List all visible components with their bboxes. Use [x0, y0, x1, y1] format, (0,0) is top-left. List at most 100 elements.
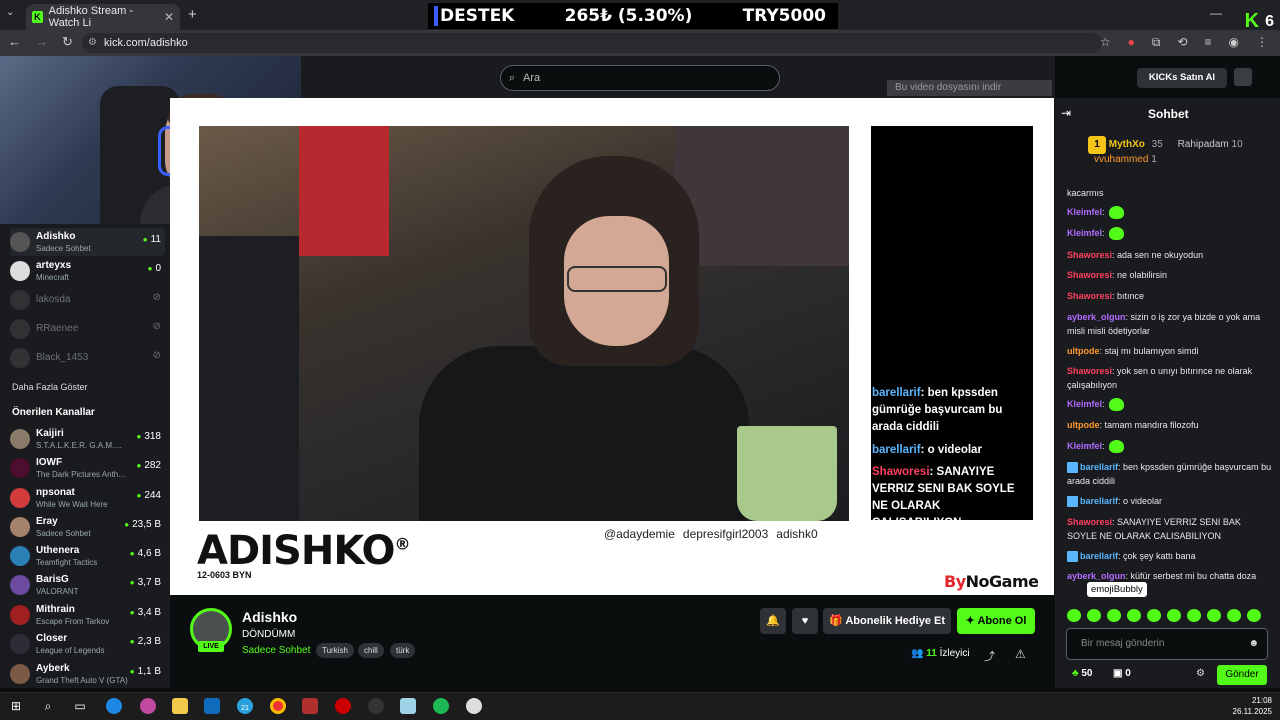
site-info-icon[interactable]: ⚙: [88, 33, 97, 53]
chat-username[interactable]: ayberk_olgun: [1067, 312, 1126, 322]
close-tab-icon[interactable]: ✕: [164, 10, 174, 24]
tag-turkish[interactable]: Turkish: [316, 643, 354, 658]
spotify-icon[interactable]: [433, 698, 449, 714]
collapse-chat-icon[interactable]: ⇥: [1061, 106, 1071, 120]
tag-chill[interactable]: chill: [358, 643, 384, 658]
sidebar-item-arteyxs[interactable]: arteyxsMinecraft 0: [10, 257, 165, 285]
sidebar-item-npsonat[interactable]: npsonatWhile We Wait Here 244: [10, 484, 165, 512]
chat-username[interactable]: Shaworesi: [1067, 291, 1112, 301]
chat-username[interactable]: Kleimfel: [1067, 441, 1102, 451]
search-icon[interactable]: ⌕: [40, 698, 56, 714]
sidebar-item-kaijiri[interactable]: KaijiriS.T.A.L.K.E.R. G.A.M.M.A. 318: [10, 425, 165, 453]
emoji-picker-icon[interactable]: ☻: [1248, 629, 1259, 659]
bookmark-star-icon[interactable]: ☆: [1100, 35, 1111, 50]
new-tab-button[interactable]: +: [188, 6, 197, 23]
chat-username[interactable]: ultpode: [1067, 420, 1100, 430]
notification-bell-button[interactable]: 🔔: [760, 608, 786, 634]
viewer-count: 3,7 B: [130, 577, 161, 588]
stream-category[interactable]: Sadece Sohbet: [242, 645, 310, 656]
chat-message-input[interactable]: Bir mesaj gönderin ☻: [1066, 628, 1268, 660]
sidebar-item-eray[interactable]: EraySadece Sohbet 23,5 B: [10, 513, 165, 541]
start-icon[interactable]: ⊞: [8, 698, 24, 714]
chat-username[interactable]: Shaworesi: [1067, 517, 1112, 527]
puzzle-icon[interactable]: ⧉: [1152, 35, 1161, 50]
url-field[interactable]: ⚙ kick.com/adishko: [82, 33, 1102, 53]
chat-username[interactable]: barellarif: [1080, 551, 1118, 561]
app-icon[interactable]: [466, 698, 482, 714]
gift-subscription-button[interactable]: 🎁 Abonelik Hediye Et: [823, 608, 951, 634]
sidebar-item-closer[interactable]: CloserLeague of Legends 2,3 B: [10, 630, 165, 658]
sidebar-item-mithrain[interactable]: MithrainEscape From Tarkov 3,4 B: [10, 601, 165, 629]
share-icon[interactable]: ⤴: [984, 648, 995, 664]
emote-icon[interactable]: [1107, 609, 1121, 622]
emote-icon[interactable]: [1187, 609, 1201, 622]
sidebar-item-rraenee[interactable]: RRaenee ⊘: [10, 315, 165, 343]
chat-username[interactable]: barellarif: [1080, 462, 1118, 472]
viewer-counter: 👥 11 İzleyici: [911, 648, 970, 659]
app-icon[interactable]: [400, 698, 416, 714]
sidebar-item-lakosda[interactable]: lakosda ⊘: [10, 286, 165, 314]
send-button[interactable]: Gönder: [1217, 665, 1267, 685]
obs-icon[interactable]: [368, 698, 384, 714]
channel-category: Teamfight Tactics: [36, 557, 98, 567]
chat-username[interactable]: ultpode: [1067, 346, 1100, 356]
emote-icon[interactable]: [1167, 609, 1181, 622]
extension-icon[interactable]: ●: [1128, 35, 1135, 50]
browser-tab[interactable]: K Adishko Stream - Watch Li ✕: [26, 4, 180, 30]
sidebar-item-uthenera[interactable]: UtheneraTeamfight Tactics 4,6 B: [10, 542, 165, 570]
sidebar-item-iowf[interactable]: IOWFThe Dark Pictures Anthology 282: [10, 454, 165, 482]
outlook-icon[interactable]: [204, 698, 220, 714]
emote-icon[interactable]: [1247, 609, 1261, 622]
show-more-link[interactable]: Daha Fazla Göster: [12, 382, 88, 392]
chat-username[interactable]: Shaworesi: [1067, 250, 1112, 260]
minimize-icon[interactable]: —: [1210, 6, 1222, 20]
emote-icon[interactable]: [1127, 609, 1141, 622]
app-icon[interactable]: [335, 698, 351, 714]
report-icon[interactable]: ⚠: [1015, 647, 1026, 661]
history-icon[interactable]: ⟲: [1177, 35, 1187, 50]
back-icon[interactable]: ←: [8, 34, 21, 50]
emote-icon[interactable]: [1207, 609, 1221, 622]
chat-username[interactable]: Kleimfel: [1067, 228, 1102, 238]
tab-search-icon[interactable]: ⌄: [6, 7, 14, 18]
windows-taskbar: [0, 692, 1280, 720]
box-counter[interactable]: ▣ 0: [1113, 668, 1131, 679]
sidebar-item-black-1453[interactable]: Black_1453 ⊘: [10, 344, 165, 372]
sidebar-item-adishko[interactable]: AdishkoSadece Sohbet 11: [10, 228, 165, 256]
telegram-icon[interactable]: 21: [237, 698, 253, 714]
channel-name[interactable]: Adishko: [242, 609, 297, 625]
tag-turk[interactable]: türk: [390, 643, 416, 658]
emote-icon[interactable]: [1067, 609, 1081, 622]
emote-icon[interactable]: [1147, 609, 1161, 622]
download-video-bar[interactable]: Bu video dosyasını indir: [887, 80, 1052, 96]
reload-icon[interactable]: ↻: [62, 34, 73, 50]
user-avatar[interactable]: [1234, 68, 1252, 86]
chat-username[interactable]: barellarif: [1080, 496, 1118, 506]
ticker-goal: TRY5000: [742, 6, 826, 26]
profile-icon[interactable]: ◉: [1229, 35, 1239, 50]
chat-username[interactable]: Shaworesi: [1067, 270, 1112, 280]
menu-dots-icon[interactable]: ⋮: [1256, 35, 1268, 50]
chrome-icon[interactable]: [270, 698, 286, 714]
chat-username[interactable]: Kleimfel: [1067, 207, 1102, 217]
voicemeeter-icon[interactable]: [302, 698, 318, 714]
sidebar-item-barisg[interactable]: BarisGVALORANT 3,7 B: [10, 571, 165, 599]
media-icon[interactable]: ≡: [1205, 35, 1212, 50]
file-explorer-icon[interactable]: [172, 698, 188, 714]
task-view-icon[interactable]: ▭: [72, 698, 88, 714]
channel-points[interactable]: ♣ 50: [1072, 668, 1092, 679]
chat-username[interactable]: Kleimfel: [1067, 399, 1102, 409]
forward-icon[interactable]: →: [35, 34, 48, 50]
copilot-icon[interactable]: [140, 698, 156, 714]
emote-icon[interactable]: [1087, 609, 1101, 622]
buy-kicks-button[interactable]: KICKs Satın Al: [1137, 68, 1227, 88]
subscribe-button[interactable]: ✦ Abone Ol: [957, 608, 1035, 634]
sidebar-item-ayberk[interactable]: AyberkGrand Theft Auto V (GTA) 1,1 B: [10, 660, 165, 688]
edge-icon[interactable]: [106, 698, 122, 714]
emote-icon[interactable]: [1227, 609, 1241, 622]
search-input[interactable]: ⌕ Ara: [500, 65, 780, 91]
chat-settings-icon[interactable]: ⚙: [1196, 668, 1205, 679]
follow-heart-button[interactable]: ♥: [792, 608, 818, 634]
chat-username[interactable]: Shaworesi: [1067, 366, 1112, 376]
chat-username[interactable]: ayberk_olgun: [1067, 571, 1126, 581]
